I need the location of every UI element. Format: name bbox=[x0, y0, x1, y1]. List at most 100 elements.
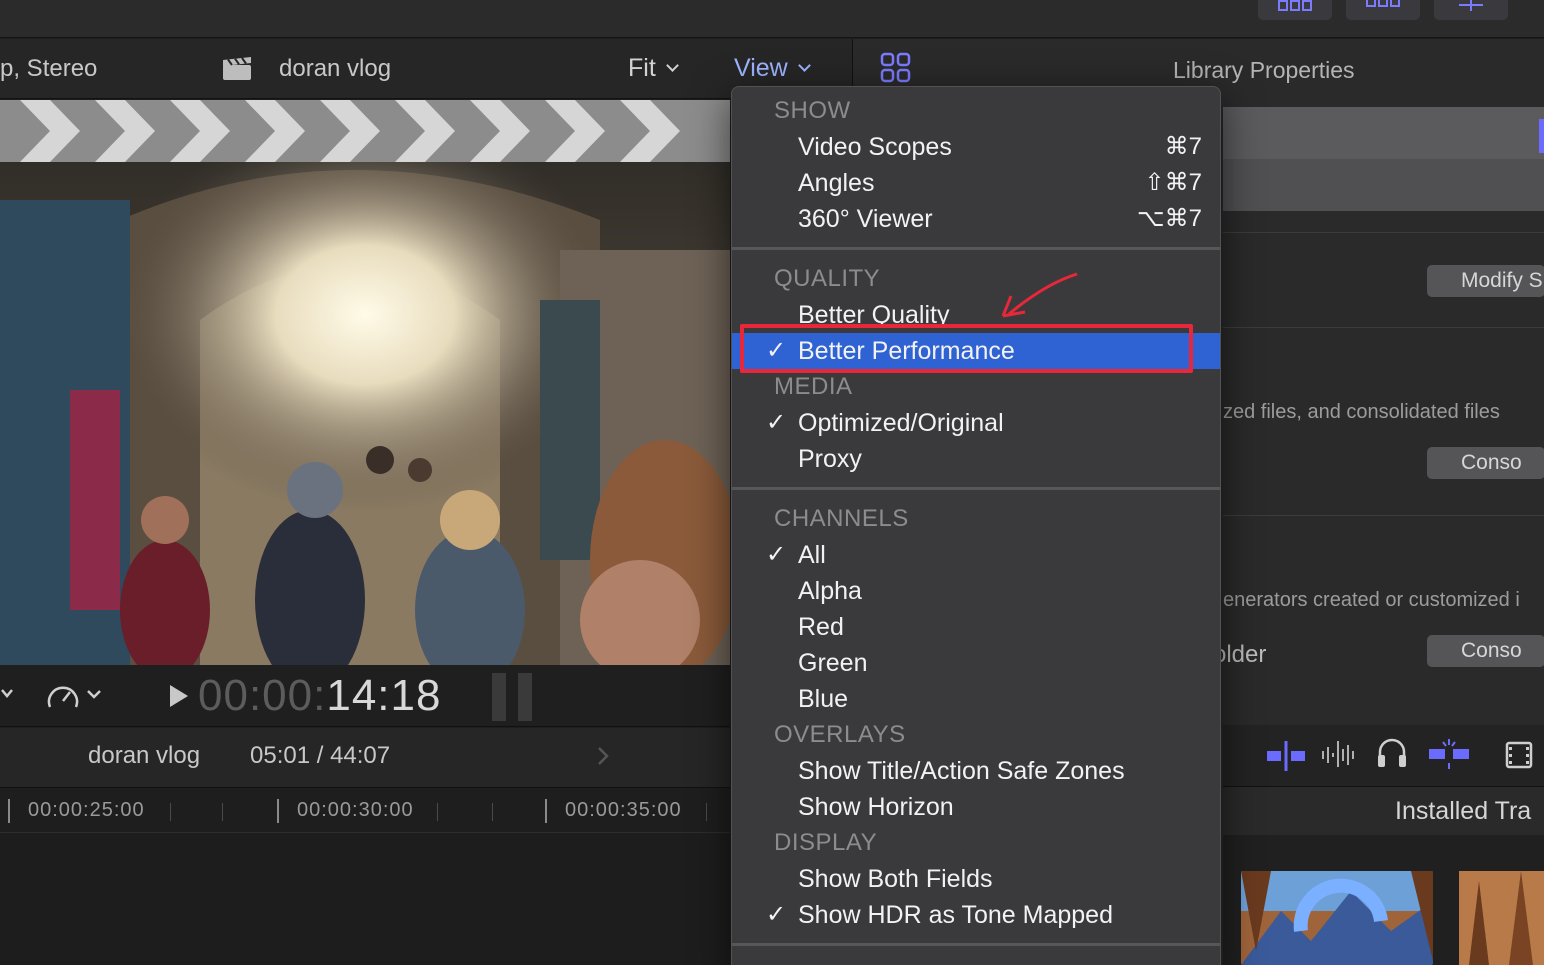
menu-item-label: Angles bbox=[798, 169, 875, 197]
menu-section-channels: CHANNELS bbox=[774, 505, 909, 532]
clip-skimming-icon[interactable] bbox=[1267, 741, 1305, 776]
menu-item-shortcut: ⌘7 bbox=[1164, 133, 1202, 160]
ruler-tick bbox=[706, 803, 707, 821]
divider bbox=[1223, 515, 1544, 516]
clapper-icon bbox=[222, 57, 252, 86]
ruler-label: 00:00:35:00 bbox=[565, 799, 682, 821]
timeline-header: doran vlog 05:01 / 44:07 bbox=[0, 728, 730, 788]
audio-waveform-icon[interactable] bbox=[1321, 739, 1359, 774]
menu-item-better-performance[interactable]: ✓ Better Performance bbox=[732, 333, 1220, 369]
menu-item-better-quality[interactable]: Better Quality bbox=[732, 297, 1220, 333]
viewer-project-name: doran vlog bbox=[279, 55, 392, 82]
transition-thumbnail[interactable] bbox=[1459, 871, 1544, 965]
transitions-browser-title: Installed Tra bbox=[1395, 797, 1532, 825]
audio-meter-right bbox=[518, 673, 532, 721]
checkmark-icon: ✓ bbox=[766, 409, 787, 436]
menu-item-label: Red bbox=[798, 613, 844, 641]
menu-item-label: Show HDR as Tone Mapped bbox=[798, 901, 1113, 929]
playback-speed-icon[interactable] bbox=[46, 681, 106, 716]
menu-item-angles[interactable]: Angles ⇧⌘7 bbox=[732, 165, 1220, 201]
inspector-text: zed files, and consolidated files bbox=[1223, 401, 1500, 423]
layout-toggle-button-2[interactable] bbox=[1346, 0, 1420, 20]
ruler-tick bbox=[277, 799, 279, 823]
ruler-tick bbox=[437, 803, 438, 821]
menu-item-label: Better Quality bbox=[798, 301, 950, 329]
snapping-icon[interactable] bbox=[1429, 739, 1469, 774]
menu-item-label: Optimized/Original bbox=[798, 409, 1004, 437]
menu-section-show: SHOW bbox=[774, 97, 851, 124]
layout-toggle-button-1[interactable] bbox=[1258, 0, 1332, 20]
menu-item-label: Alpha bbox=[798, 577, 862, 605]
menu-item-label: Show Horizon bbox=[798, 793, 954, 821]
consolidate-button[interactable]: Conso bbox=[1427, 447, 1544, 479]
view-dropdown-menu: SHOW Video Scopes ⌘7 Angles ⇧⌘7 360° Vie… bbox=[731, 86, 1221, 965]
menu-item-label: All bbox=[798, 541, 826, 569]
menu-section-media: MEDIA bbox=[774, 373, 853, 400]
menu-item-label: Show Title/Action Safe Zones bbox=[798, 757, 1125, 785]
checkmark-icon: ✓ bbox=[766, 337, 787, 364]
grid-icon bbox=[1278, 0, 1312, 11]
menu-item-all[interactable]: ✓ All bbox=[732, 537, 1220, 573]
menu-item-optimized-original[interactable]: ✓ Optimized/Original bbox=[732, 405, 1220, 441]
zoom-menu[interactable]: Fit bbox=[628, 39, 679, 97]
menu-item-alpha[interactable]: Alpha bbox=[732, 573, 1220, 609]
menu-section-display: DISPLAY bbox=[774, 829, 878, 856]
timecode-dim: 00:00: bbox=[198, 671, 327, 720]
inspector-text: older bbox=[1213, 641, 1267, 668]
checkmark-icon: ✓ bbox=[766, 541, 787, 568]
timeline-project-name: doran vlog bbox=[88, 742, 201, 769]
menu-divider bbox=[732, 943, 1220, 946]
ruler-tick bbox=[8, 799, 10, 823]
inspector-toggle-button[interactable] bbox=[1434, 0, 1508, 20]
inspector-band bbox=[1223, 159, 1544, 211]
menu-item-shortcut: ⇧⌘7 bbox=[1144, 169, 1202, 196]
menu-item-safe-zones[interactable]: Show Title/Action Safe Zones bbox=[732, 753, 1220, 789]
timeline-ruler[interactable]: 00:00:25:00 00:00:30:00 00:00:35:00 bbox=[0, 789, 730, 833]
chevron-right-icon[interactable] bbox=[596, 746, 610, 771]
menu-item-proxy[interactable]: Proxy bbox=[732, 441, 1220, 477]
menu-item-red[interactable]: Red bbox=[732, 609, 1220, 645]
transition-thumbnail[interactable] bbox=[1241, 871, 1433, 965]
zoom-menu-label: Fit bbox=[628, 54, 656, 82]
ruler-tick bbox=[492, 803, 493, 821]
menu-item-label: Blue bbox=[798, 685, 849, 713]
inspector-band bbox=[1223, 107, 1544, 159]
menu-section-overlays: OVERLAYS bbox=[774, 721, 906, 748]
menu-item-both-fields[interactable]: Show Both Fields bbox=[732, 861, 1220, 897]
menu-item-blue[interactable]: Blue bbox=[732, 681, 1220, 717]
timeline-body[interactable] bbox=[0, 834, 730, 965]
video-frame-image bbox=[0, 100, 730, 665]
viewer-video-frame[interactable] bbox=[0, 100, 730, 665]
ruler-label: 00:00:25:00 bbox=[28, 799, 145, 821]
filmstrip-icon[interactable] bbox=[1505, 741, 1533, 774]
divider bbox=[1223, 232, 1544, 233]
checkmark-icon: ✓ bbox=[766, 901, 787, 928]
grid-icon[interactable] bbox=[879, 51, 913, 90]
top-toolbar bbox=[0, 0, 1544, 38]
menu-item-shortcut: ⌥⌘7 bbox=[1136, 205, 1202, 232]
modify-settings-button[interactable]: Modify S bbox=[1427, 265, 1544, 297]
chevron-down-icon bbox=[665, 58, 679, 72]
menu-item-label: 360° Viewer bbox=[798, 205, 933, 233]
menu-item-label: Proxy bbox=[798, 445, 862, 473]
menu-item-label: Green bbox=[798, 649, 868, 677]
menu-item-video-scopes[interactable]: Video Scopes ⌘7 bbox=[732, 129, 1220, 165]
ruler-tick bbox=[222, 803, 223, 821]
play-icon[interactable] bbox=[168, 683, 190, 714]
menu-item-hdr-tone-mapped[interactable]: ✓ Show HDR as Tone Mapped bbox=[732, 897, 1220, 933]
browser-toolbar bbox=[1223, 725, 1544, 787]
chevron-down-icon bbox=[797, 58, 811, 72]
consolidate-button[interactable]: Conso bbox=[1427, 635, 1544, 667]
menu-item-horizon[interactable]: Show Horizon bbox=[732, 789, 1220, 825]
menu-item-label: Show Both Fields bbox=[798, 865, 993, 893]
chevron-down-icon[interactable] bbox=[0, 687, 14, 706]
timeline-layout-icon bbox=[1366, 0, 1400, 7]
inspector-text: enerators created or customized i bbox=[1223, 589, 1520, 611]
menu-item-360-viewer[interactable]: 360° Viewer ⌥⌘7 bbox=[732, 201, 1220, 237]
menu-item-label: Video Scopes bbox=[798, 133, 952, 161]
timeline-duration: 05:01 / 44:07 bbox=[250, 742, 391, 769]
ruler-tick bbox=[170, 803, 171, 821]
selection-indicator bbox=[1539, 119, 1544, 153]
headphones-icon[interactable] bbox=[1377, 737, 1407, 774]
menu-item-green[interactable]: Green bbox=[732, 645, 1220, 681]
